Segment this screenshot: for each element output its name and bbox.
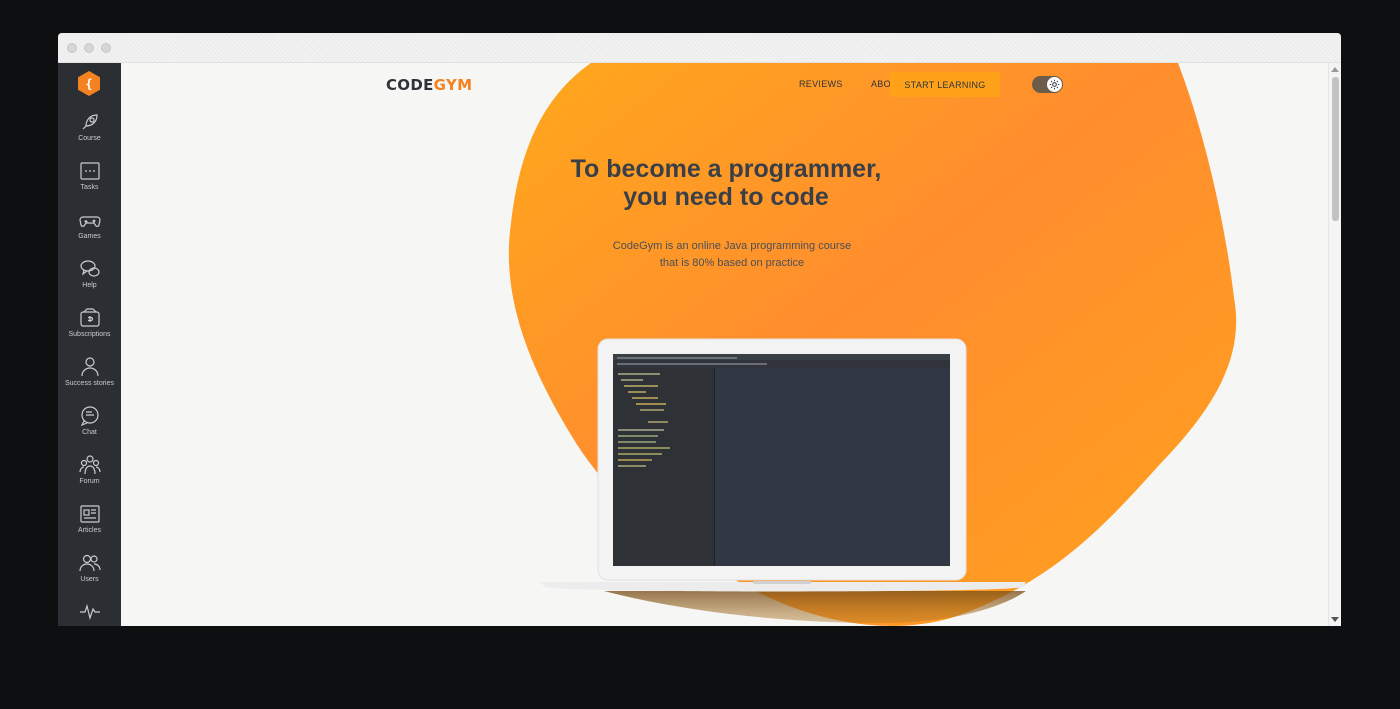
sidebar-item-label: Forum [79,478,100,485]
page-scrollbar[interactable] [1328,63,1341,626]
hero-subtitle-line2: that is 80% based on practice [659,257,805,269]
sidebar-item-games[interactable]: Games [58,209,121,255]
close-window-button[interactable] [67,43,77,53]
sidebar-item-label: Help [82,282,97,289]
sidebar-item-users[interactable]: Users [58,552,121,598]
hero-subtitle-line1: CodeGym is an online Java programming co… [612,240,852,252]
sidebar-item-activity[interactable] [58,601,121,626]
start-learning-button[interactable]: START LEARNING [890,72,1000,97]
codegym-logo-icon[interactable]: { [78,71,100,96]
group-icon [78,455,101,475]
sidebar-item-label: Tasks [80,184,99,191]
gamepad-icon [78,216,101,227]
hero-title-line1: To become a programmer, [570,155,882,183]
sidebar-item-label: Course [78,135,101,142]
sidebar-item-course[interactable]: Course [58,111,121,157]
landing-page: CODEGYM REVIEWS ABOUT US START LEARNING … [121,63,1328,626]
tasks-icon [79,162,100,180]
nav-reviews-link[interactable]: REVIEWS [799,79,843,89]
gear-icon [1047,77,1062,92]
hero-subtitle: CodeGym is an online Java programming co… [571,238,893,272]
hero-title: To become a programmer, you need to code [531,155,921,211]
brand-gym: GYM [433,76,473,94]
scroll-up-arrow-icon[interactable] [1331,67,1339,72]
wallet-icon [79,308,100,327]
rocket-icon [82,114,98,130]
window-titlebar [58,33,1341,63]
chat-icon [80,406,99,427]
hero-title-line2: you need to code [623,183,829,211]
ide-project-panel [613,368,714,566]
sidebar-item-help[interactable]: Help [58,258,121,304]
browser-window: { Course Tasks Games Help Subscriptions … [58,33,1341,626]
ide-editor [715,368,950,566]
theme-toggle[interactable] [1032,76,1063,93]
sidebar-item-label: Users [80,576,99,583]
scrollbar-thumb[interactable] [1332,77,1339,221]
sidebar-item-label: Games [78,233,101,240]
person-icon [80,357,99,377]
logo-glyph: { [85,76,93,91]
sidebar-item-chat[interactable]: Chat [58,405,121,451]
sidebar-item-label: Articles [78,527,101,534]
hero-illustration [508,63,1237,626]
sidebar-item-success-stories[interactable]: Success stories [58,356,121,402]
brand-logo[interactable]: CODEGYM [386,76,472,94]
start-learning-label: START LEARNING [904,79,986,90]
sidebar-item-forum[interactable]: Forum [58,454,121,500]
articles-icon [79,505,100,523]
sidebar-item-tasks[interactable]: Tasks [58,160,121,206]
activity-icon [79,603,100,621]
laptop-notch [753,581,811,584]
scroll-down-arrow-icon[interactable] [1331,617,1339,622]
sidebar-item-label: Subscriptions [68,331,111,338]
maximize-window-button[interactable] [101,43,111,53]
brand-code: CODE [386,76,434,94]
sidebar: { Course Tasks Games Help Subscriptions … [58,63,121,626]
sidebar-item-label: Success stories [64,380,115,387]
users-icon [78,554,101,572]
sidebar-item-label: Chat [82,429,97,436]
sidebar-item-subscriptions[interactable]: Subscriptions [58,307,121,353]
sidebar-item-articles[interactable]: Articles [58,503,121,549]
laptop-shadow [604,591,1026,623]
help-chat-icon [79,260,100,277]
minimize-window-button[interactable] [84,43,94,53]
